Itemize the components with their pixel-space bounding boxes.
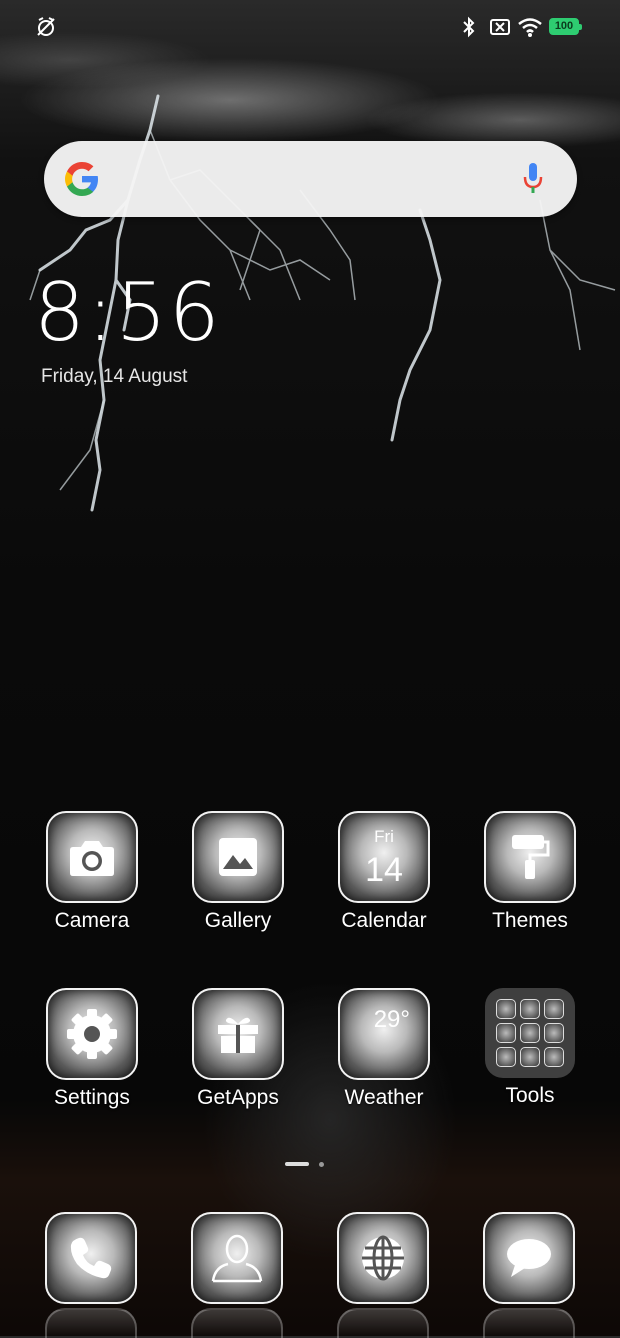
contacts-icon <box>191 1212 283 1304</box>
phone-icon <box>45 1212 137 1304</box>
weather-icon: 29° <box>338 988 430 1080</box>
app-settings[interactable]: Settings <box>27 988 157 1110</box>
app-label: Settings <box>54 1086 130 1109</box>
recorder-icon <box>520 999 540 1019</box>
messages-icon <box>483 1212 575 1304</box>
dock-browser[interactable] <box>337 1212 429 1338</box>
app-themes[interactable]: Themes <box>465 811 595 933</box>
sim-x-icon <box>490 19 510 35</box>
clock-time[interactable]: 8:56 <box>34 268 222 358</box>
no-alarm-icon <box>37 17 55 36</box>
app-weather[interactable]: 29° Weather <box>319 988 449 1110</box>
dock-reflection <box>483 1308 575 1338</box>
notes-icon <box>520 1047 540 1067</box>
google-search-bar[interactable] <box>44 141 577 217</box>
calendar-icon: Fri 14 <box>338 811 430 903</box>
status-bar: 100 <box>0 0 620 56</box>
app-label: Weather <box>344 1086 424 1109</box>
dock-reflection <box>45 1308 137 1338</box>
app-label: Camera <box>54 909 130 932</box>
dock-phone[interactable] <box>45 1212 137 1338</box>
compass-icon <box>544 999 564 1019</box>
clock-app-icon <box>496 1023 516 1043</box>
app-label: Gallery <box>204 909 272 932</box>
gallery-icon <box>192 811 284 903</box>
app-gallery[interactable]: Gallery <box>173 811 303 933</box>
page-dot <box>319 1162 324 1167</box>
app-label: Themes <box>492 909 568 932</box>
dock-messages[interactable] <box>483 1212 575 1338</box>
app-camera[interactable]: Camera <box>27 811 157 933</box>
app-getapps[interactable]: GetApps <box>173 988 303 1110</box>
dock-reflection <box>191 1308 283 1338</box>
weather-temp: 29° <box>373 1006 410 1033</box>
clock-date[interactable]: Friday, 14 August <box>41 366 187 388</box>
calendar-date: 14 <box>365 851 403 889</box>
google-g-icon <box>65 162 98 196</box>
file-manager-icon <box>520 1023 540 1043</box>
bluetooth-icon <box>463 16 475 38</box>
folder-icon <box>485 988 575 1078</box>
wifi-icon <box>518 18 542 37</box>
remote-icon <box>544 1047 564 1067</box>
scanner-icon <box>544 1023 564 1043</box>
calculator-icon <box>496 999 516 1019</box>
app-label: GetApps <box>197 1086 279 1109</box>
paint-roller-icon <box>484 811 576 903</box>
app-label: Calendar <box>341 909 427 932</box>
folder-tools[interactable]: Tools <box>465 988 595 1108</box>
browser-globe-icon <box>337 1212 429 1304</box>
gift-icon <box>192 988 284 1080</box>
dock-reflection <box>337 1308 429 1338</box>
page-dot-active <box>285 1162 309 1166</box>
camera-icon <box>46 811 138 903</box>
calendar-day: Fri <box>374 827 394 846</box>
battery-icon: 100 <box>549 18 582 35</box>
mic-icon[interactable] <box>522 161 544 197</box>
gear-icon <box>46 988 138 1080</box>
dock-contacts[interactable] <box>191 1212 283 1338</box>
page-indicator[interactable] <box>285 1162 335 1168</box>
downloads-icon <box>496 1047 516 1067</box>
app-label: Tools <box>505 1084 555 1107</box>
app-calendar[interactable]: Fri 14 Calendar <box>319 811 449 933</box>
